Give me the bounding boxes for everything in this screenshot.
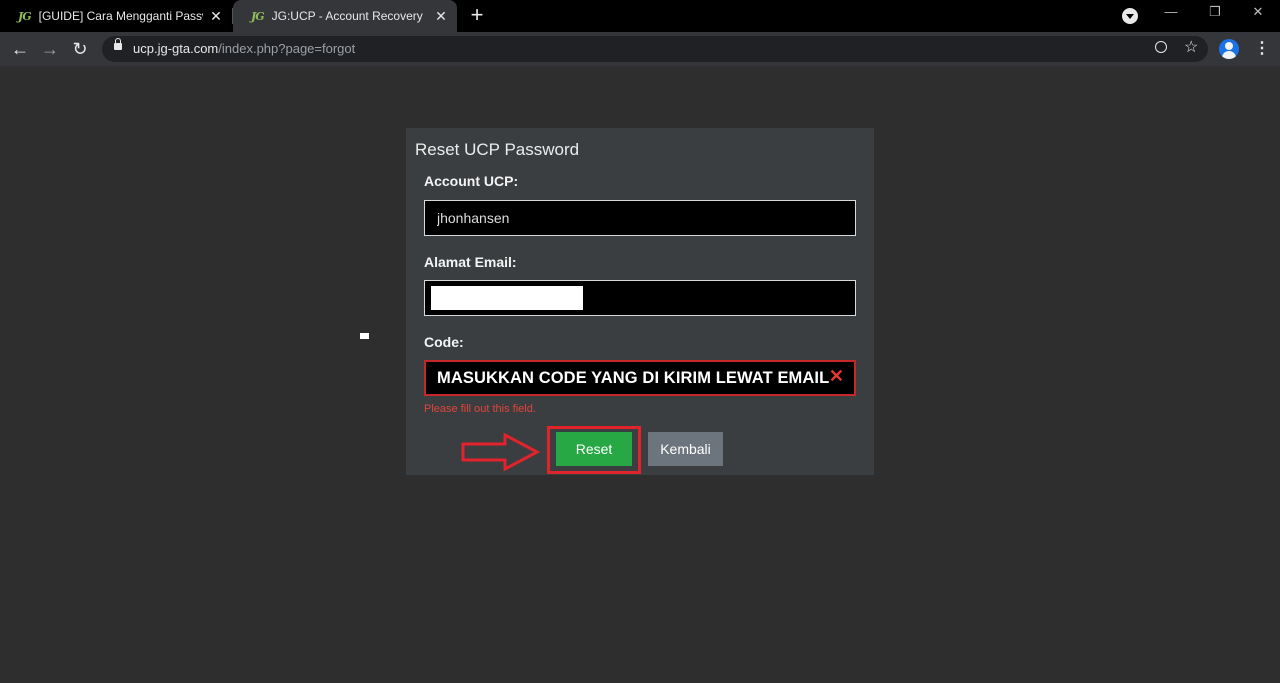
tab-title: JG:UCP - Account Recovery — [271, 9, 423, 23]
code-label: Code: — [424, 334, 464, 350]
minimize-icon[interactable]: — — [1159, 4, 1183, 26]
validation-message: Please fill out this field. — [424, 403, 536, 415]
reload-icon[interactable]: ↻ — [68, 37, 92, 61]
back-button[interactable]: Kembali — [648, 432, 723, 466]
tab-close-icon[interactable]: ✕ — [208, 8, 224, 24]
browser-toolbar: ← → ↻ ucp.jg-gta.com/index.php?page=forg… — [0, 32, 1280, 66]
zoom-icon[interactable] — [1155, 41, 1167, 53]
account-label: Account UCP: — [424, 173, 519, 189]
email-field[interactable] — [424, 280, 856, 316]
tab-favicon-jg: JG — [18, 9, 32, 23]
new-tab-icon[interactable]: + — [466, 4, 488, 26]
restore-icon[interactable]: ❐ — [1203, 4, 1227, 26]
annotation-arrow — [461, 433, 541, 471]
stray-mark — [360, 333, 369, 339]
tab-favicon-jg: JG — [251, 9, 265, 23]
window-close-icon[interactable]: ✕ — [1246, 4, 1270, 26]
tab-account-recovery[interactable]: JG JG:UCP - Account Recovery ✕ — [233, 0, 457, 32]
back-arrow-icon[interactable]: ← — [8, 37, 32, 61]
tab-title: [GUIDE] Cara Mengganti Passwo — [38, 9, 203, 23]
kebab-menu-icon[interactable]: ⋮ — [1254, 37, 1270, 61]
reset-button[interactable]: Reset — [556, 432, 632, 466]
code-field[interactable]: MASUKKAN CODE YANG DI KIRIM LEWAT EMAIL … — [424, 360, 856, 396]
tab-strip: JG [GUIDE] Cara Mengganti Passwo ✕ JG JG… — [0, 0, 1280, 32]
email-label: Alamat Email: — [424, 254, 517, 270]
lock-icon[interactable] — [114, 38, 122, 50]
tab-close-icon[interactable]: ✕ — [433, 8, 449, 24]
star-icon[interactable]: ☆ — [1184, 37, 1198, 57]
address-bar[interactable]: ucp.jg-gta.com/index.php?page=forgot — [102, 36, 1208, 62]
clear-x-icon: ✕ — [828, 366, 844, 386]
account-input[interactable] — [425, 201, 855, 235]
reset-password-panel: Reset UCP Password Account UCP: Alamat E… — [406, 128, 874, 475]
forward-arrow-icon[interactable]: → — [38, 37, 62, 61]
redacted-email — [431, 286, 583, 310]
account-field[interactable] — [424, 200, 856, 236]
url-text[interactable]: ucp.jg-gta.com/index.php?page=forgot — [133, 41, 355, 56]
profile-avatar[interactable] — [1219, 39, 1239, 59]
tab-search-icon[interactable] — [1122, 8, 1138, 24]
code-annotation-text: MASUKKAN CODE YANG DI KIRIM LEWAT EMAIL — [437, 369, 830, 387]
tab-guide[interactable]: JG [GUIDE] Cara Mengganti Passwo ✕ — [0, 0, 232, 32]
panel-title: Reset UCP Password — [415, 140, 580, 159]
